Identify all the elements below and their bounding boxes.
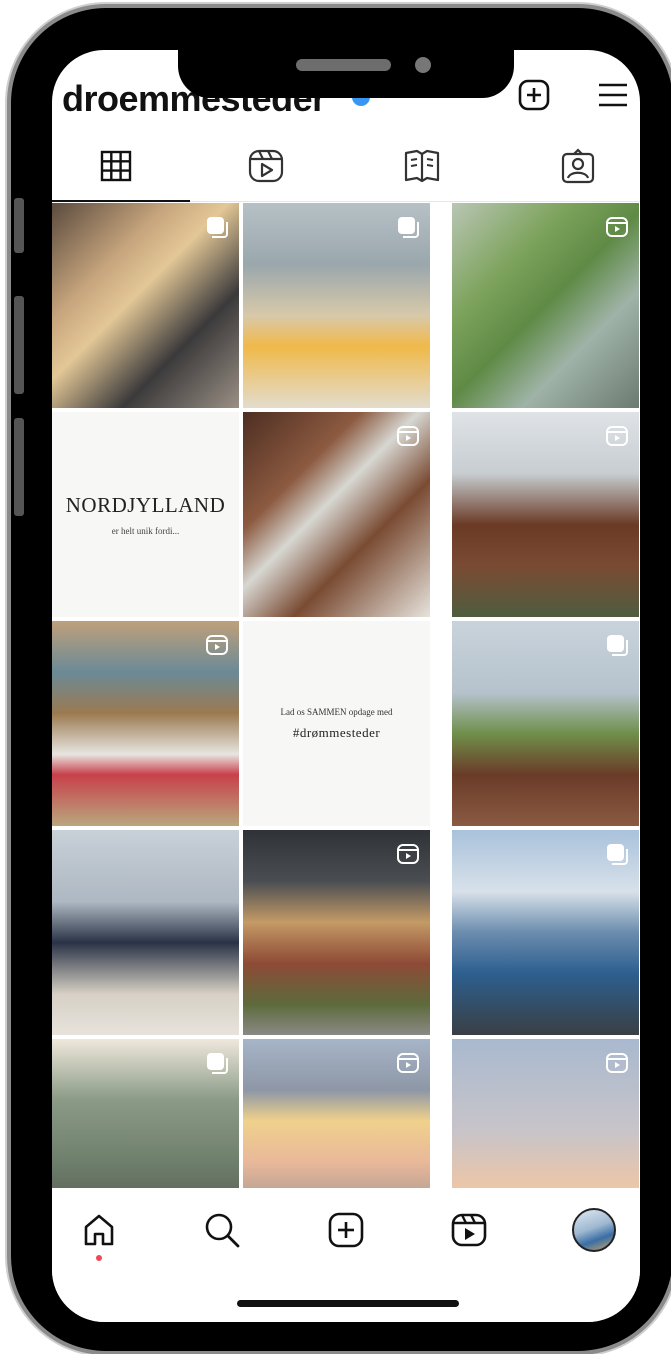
home-icon [84, 1214, 114, 1246]
tab-posts[interactable] [96, 146, 136, 186]
tile-line-2: #drømmesteder [292, 724, 381, 740]
tab-tagged[interactable] [558, 146, 598, 186]
reels-icon [397, 426, 419, 446]
nav-create[interactable] [324, 1208, 368, 1252]
reels-icon [397, 844, 419, 864]
grid-post[interactable] [52, 830, 239, 1035]
nav-profile-avatar[interactable] [572, 1208, 616, 1252]
reels-icon [606, 426, 628, 446]
reels-icon [606, 1053, 628, 1073]
tab-reels[interactable] [246, 146, 286, 186]
grid-post-text[interactable]: Lad os SAMMEN opdage med #drømmesteder [243, 621, 430, 826]
phone-notch [178, 48, 514, 98]
plus-square-icon [328, 1212, 364, 1248]
volume-down-button [14, 418, 24, 516]
speaker-grille [296, 59, 391, 71]
nav-reels[interactable] [447, 1208, 491, 1252]
profile-tabs [52, 132, 640, 202]
grid-post[interactable] [452, 412, 639, 617]
grid-post[interactable] [52, 621, 239, 826]
grid-icon [100, 150, 132, 182]
home-indicator-bar [237, 1300, 459, 1307]
menu-button[interactable] [596, 78, 630, 112]
grid-post[interactable] [452, 621, 639, 826]
bottom-navigation [52, 1188, 640, 1322]
phone-screen: droemmesteder NORDJYLLAND er helt unik f… [52, 50, 640, 1322]
tile-line-1: Lad os SAMMEN opdage med [280, 706, 393, 717]
reels-icon [206, 635, 228, 655]
grid-post[interactable] [52, 203, 239, 408]
search-icon [205, 1213, 240, 1248]
grid-post-text[interactable]: NORDJYLLAND er helt unik fordi... [52, 412, 239, 617]
reels-icon [248, 149, 284, 183]
front-camera [415, 57, 431, 73]
tile-title: NORDJYLLAND [65, 493, 226, 517]
hamburger-menu-icon [599, 83, 627, 107]
active-tab-indicator [52, 200, 190, 202]
silent-switch [14, 198, 24, 253]
carousel-icon [207, 1053, 228, 1074]
tile-subtitle: er helt unik fordi... [111, 526, 180, 536]
grid-post[interactable] [243, 412, 430, 617]
reels-icon [397, 1053, 419, 1073]
grid-post[interactable] [452, 203, 639, 408]
active-indicator-dot [96, 1255, 102, 1261]
tagged-icon [561, 148, 595, 184]
grid-post[interactable] [243, 203, 430, 408]
carousel-icon [207, 217, 228, 238]
posts-grid: NORDJYLLAND er helt unik fordi... Lad os… [52, 203, 640, 1244]
carousel-icon [607, 844, 628, 865]
nav-home[interactable] [77, 1208, 121, 1252]
nav-search[interactable] [200, 1208, 244, 1252]
guide-icon [404, 149, 440, 183]
grid-post[interactable] [452, 830, 639, 1035]
plus-square-icon [518, 79, 550, 111]
carousel-icon [398, 217, 419, 238]
grid-post[interactable] [243, 830, 430, 1035]
reels-icon [451, 1213, 487, 1247]
reels-icon [606, 217, 628, 237]
tab-guides[interactable] [402, 146, 442, 186]
carousel-icon [607, 635, 628, 656]
volume-up-button [14, 296, 24, 394]
new-post-button[interactable] [517, 78, 551, 112]
